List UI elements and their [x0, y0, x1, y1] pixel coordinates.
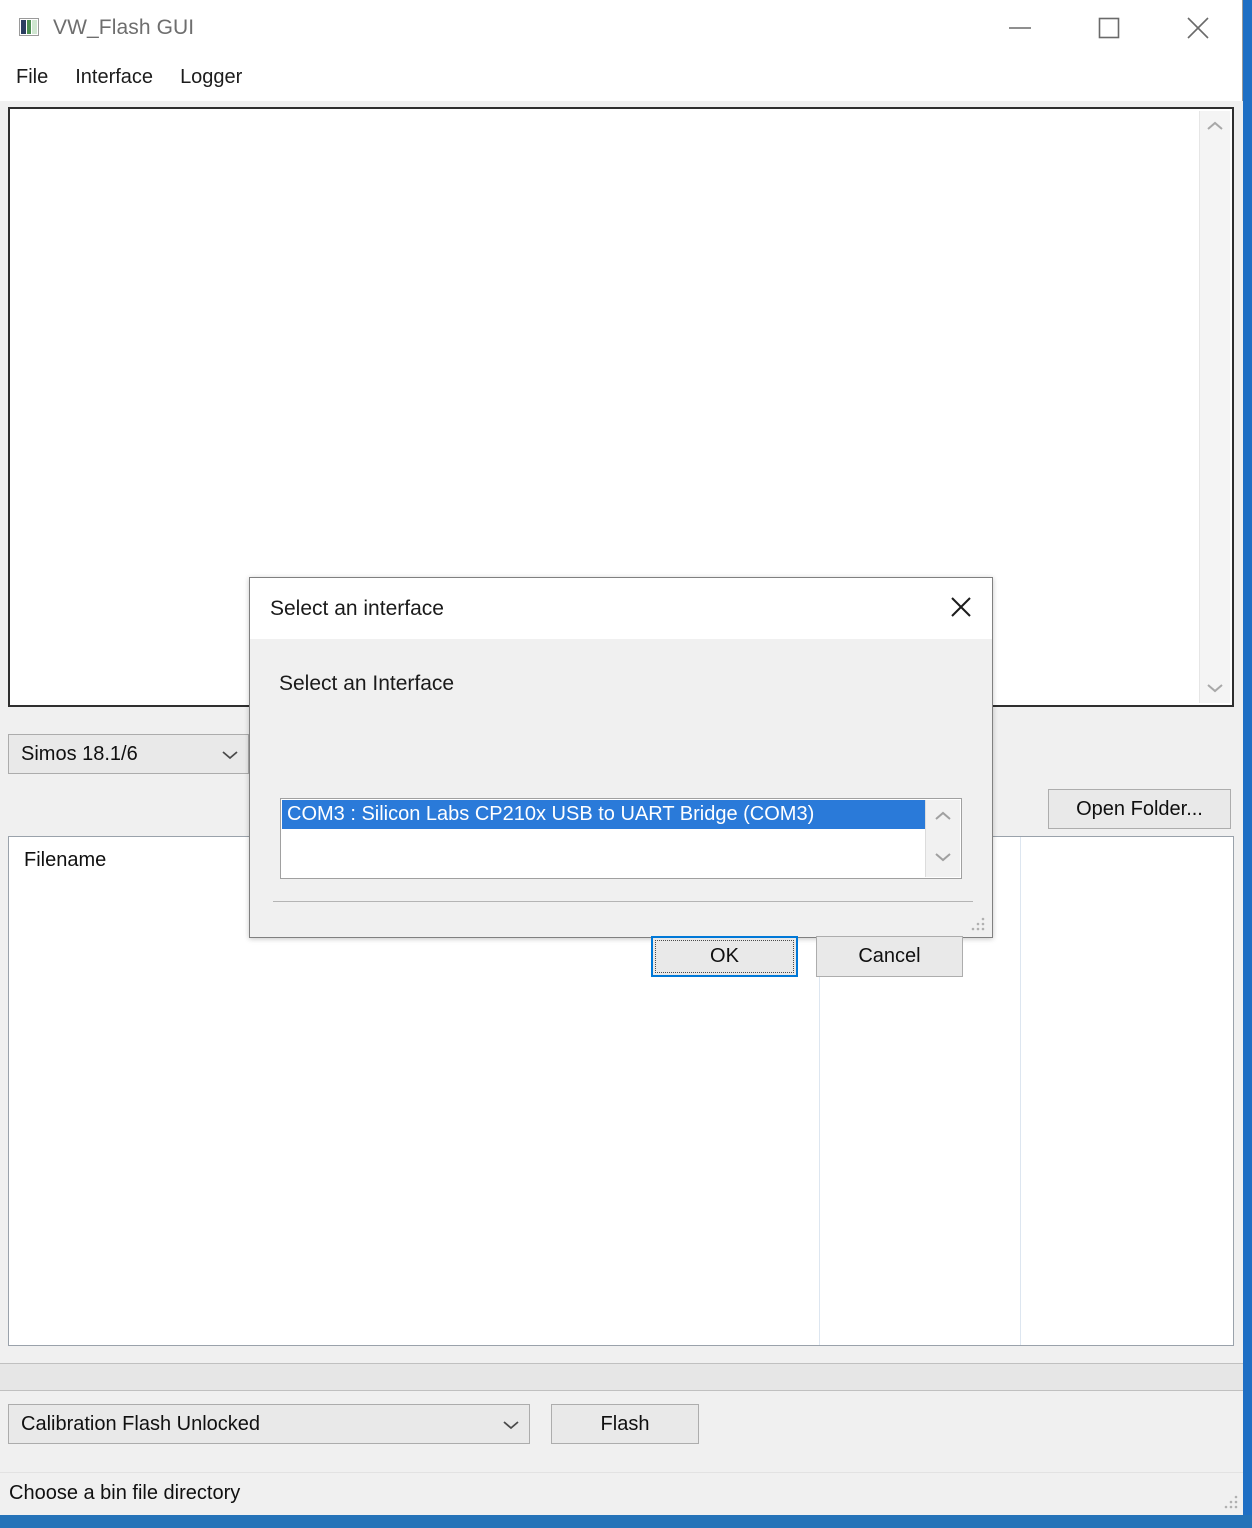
ecu-select-value: Simos 18.1/6 — [21, 742, 138, 765]
taskbar — [0, 1515, 1252, 1528]
resize-grip-icon[interactable] — [1223, 1495, 1239, 1509]
dialog-title: Select an interface — [270, 596, 444, 620]
chevron-down-icon — [493, 1418, 529, 1431]
window-controls — [975, 0, 1242, 55]
list-item[interactable]: COM3 : Silicon Labs CP210x USB to UART B… — [282, 800, 960, 829]
menu-item-interface[interactable]: Interface — [75, 64, 167, 93]
menu-item-file[interactable]: File — [16, 64, 62, 93]
interface-list-scrollbar[interactable] — [925, 800, 960, 877]
interface-list[interactable]: COM3 : Silicon Labs CP210x USB to UART B… — [280, 798, 962, 879]
title-bar: VW_Flash GUI — [0, 0, 1242, 55]
table-column-separator — [1020, 837, 1021, 1345]
menu-bar: File Interface Logger — [0, 55, 1242, 101]
app-window-icon — [19, 17, 39, 36]
flash-mode-select[interactable]: Calibration Flash Unlocked — [8, 1404, 530, 1444]
maximize-button[interactable] — [1064, 0, 1153, 55]
flash-mode-select-value: Calibration Flash Unlocked — [21, 1412, 261, 1435]
dialog-body: Select an Interface COM3 : Silicon Labs … — [250, 639, 992, 977]
resize-grip-icon[interactable] — [970, 917, 986, 931]
dialog-separator — [273, 901, 973, 902]
ok-button[interactable]: OK — [651, 936, 798, 977]
dialog-prompt-label: Select an Interface — [279, 672, 455, 695]
menu-item-logger[interactable]: Logger — [180, 64, 256, 93]
window-title: VW_Flash GUI — [53, 15, 195, 39]
chevron-up-icon[interactable] — [1200, 111, 1230, 141]
status-bar: Choose a bin file directory — [0, 1472, 1243, 1513]
open-folder-button[interactable]: Open Folder... — [1048, 789, 1231, 829]
cancel-button[interactable]: Cancel — [816, 936, 963, 977]
chevron-down-icon — [212, 748, 248, 761]
progress-bar — [0, 1363, 1243, 1391]
log-scrollbar[interactable] — [1199, 111, 1230, 703]
chevron-up-icon[interactable] — [926, 802, 960, 830]
ecu-select[interactable]: Simos 18.1/6 — [8, 734, 249, 774]
select-interface-dialog: Select an interface Select an Interface … — [249, 577, 993, 977]
dialog-close-button[interactable] — [930, 578, 992, 636]
chevron-down-icon[interactable] — [926, 843, 960, 871]
close-button[interactable] — [1153, 0, 1242, 55]
ok-button-label: OK — [655, 940, 794, 973]
status-message: Choose a bin file directory — [9, 1481, 241, 1504]
minimize-button[interactable] — [975, 0, 1064, 55]
background-window-blue-strip — [1243, 0, 1252, 1528]
flash-row: Calibration Flash Unlocked Flash — [0, 1399, 1243, 1459]
dialog-title-bar: Select an interface — [250, 578, 992, 639]
flash-button[interactable]: Flash — [551, 1404, 699, 1444]
chevron-down-icon[interactable] — [1200, 673, 1230, 703]
